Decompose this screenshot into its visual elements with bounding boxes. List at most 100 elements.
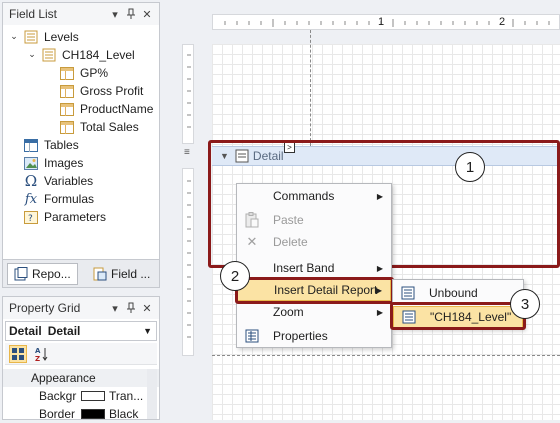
property-grid-title: Property Grid [9,301,81,315]
svg-text:Z: Z [35,355,40,362]
tab-field-list[interactable]: Field ... [87,263,156,285]
property-scrollbar[interactable] [147,369,157,419]
menu-item-label: Insert Band [273,261,335,275]
insert-detail-report-highlight [235,277,394,304]
property-name: Backgr [39,389,77,403]
delete-icon: ✕ [246,234,258,249]
tree-item-variables[interactable]: Ω Variables [23,172,93,190]
dropdown-icon[interactable]: ▾ [107,300,123,316]
field-list-title: Field List [9,7,58,21]
horizontal-ruler: 1 2 [212,14,560,30]
tree-item-levels[interactable]: Levels [23,28,79,46]
menu-item-paste[interactable]: Paste [237,209,391,231]
ruler-mark: 1 [378,16,385,28]
callout-number: 3 [520,295,530,313]
object-selector[interactable]: Detail Detail ▼ [5,321,157,341]
tree-item-label: Gross Profit [80,84,144,98]
list-icon [41,47,57,63]
margin-guide [310,30,311,146]
selected-object-type: Detail [47,324,81,338]
menu-item-zoom[interactable]: Zoom ▶ [237,301,391,323]
paste-icon [243,211,261,229]
field-list-panel: Field List ▾ ✕ ⌄ Levels ⌄ CH184_Level GP… [2,2,160,288]
list-icon [23,29,39,45]
selected-object-name: Detail [9,324,42,338]
menu-item-label: Commands [273,189,335,203]
property-toolbar: AZ [5,343,157,365]
property-value: Black [109,407,139,421]
pin-icon[interactable] [123,6,139,22]
tree-item-label: Total Sales [80,120,139,134]
tree-item-label: CH184_Level [62,48,135,62]
tree-item-field[interactable]: ProductName [59,100,153,118]
field-icon [59,101,75,117]
ruler-mark: 2 [499,16,506,28]
field-icon [59,65,75,81]
submenu-arrow-icon: ▶ [376,191,383,201]
close-icon[interactable]: ✕ [139,6,155,22]
callout-1: 1 [455,152,485,182]
tree-item-label: GP% [80,66,109,80]
property-grid-panel: Property Grid ▾ ✕ Detail Detail ▼ AZ App… [2,296,160,423]
menu-item-label: Delete [273,235,308,249]
categorized-icon[interactable] [9,345,27,363]
menu-item-label: Properties [273,329,328,343]
tab-label: Field ... [111,267,151,281]
menu-item-commands[interactable]: Commands ▶ [237,185,391,207]
vertical-ruler-detail [182,168,194,356]
tree-item-field[interactable]: Total Sales [59,118,139,136]
property-category[interactable]: Appearance [3,369,159,387]
chevron-down-icon[interactable]: ⌄ [27,49,37,59]
tree-item-label: Tables [44,138,79,152]
close-icon[interactable]: ✕ [139,300,155,316]
dropdown-icon[interactable]: ▾ [107,6,123,22]
vertical-ruler [182,44,194,144]
tab-label: Repo... [32,267,71,281]
submenu-arrow-icon: ▶ [376,307,383,317]
property-value: Tran... [109,389,144,403]
context-menu: Commands ▶ Paste ✕ Delete Insert Band ▶ … [236,183,392,348]
field-icon [59,83,75,99]
property-grid-header: Property Grid ▾ ✕ [3,297,159,319]
tab-report-explorer[interactable]: Repo... [7,263,78,285]
menu-item-properties[interactable]: Properties [237,325,391,347]
menu-item-label: Unbound [429,286,478,300]
callout-number: 1 [465,158,475,176]
category-label: Appearance [31,371,96,385]
color-swatch [81,391,105,401]
property-row[interactable]: Backgr Tran... [3,387,159,405]
tree-item-label: Levels [44,30,79,44]
report-icon [399,284,417,302]
menu-item-label: Zoom [273,305,304,319]
tree-item-field[interactable]: GP% [59,64,108,82]
tree-item-field[interactable]: Gross Profit [59,82,143,100]
chevron-down-icon: ▼ [143,326,152,336]
splitter-handle[interactable]: ≡ [184,148,192,162]
tree-item-tables[interactable]: Tables [23,136,79,154]
tree-item-label: Parameters [44,210,107,224]
ch184-level-highlight [390,302,526,330]
image-icon [23,155,39,171]
chevron-down-icon[interactable]: ⌄ [9,31,19,41]
field-list-icon [93,267,107,281]
menu-item-insert-band[interactable]: Insert Band ▶ [237,257,391,279]
menu-item-label: Paste [273,213,304,227]
submenu-arrow-icon: ▶ [376,263,383,273]
omega-icon: Ω [24,172,38,190]
pin-icon[interactable] [123,300,139,316]
tree-item-label: Images [44,156,84,170]
callout-number: 2 [230,267,240,285]
submenu-item-unbound[interactable]: Unbound [393,282,523,304]
tree-item-formulas[interactable]: fx Formulas [23,190,94,208]
tree-item-level[interactable]: CH184_Level [41,46,135,64]
properties-icon [243,327,261,345]
parameter-icon: ? [23,209,39,225]
sort-alphabetical-icon[interactable]: AZ [33,345,51,363]
menu-item-delete[interactable]: ✕ Delete [237,231,391,253]
tree-item-parameters[interactable]: ? Parameters [23,208,106,226]
function-icon: fx [24,191,38,207]
property-name: Border [39,407,76,421]
tree-item-label: Formulas [44,192,95,206]
tree-item-images[interactable]: Images [23,154,83,172]
property-row[interactable]: Border Black [3,405,159,423]
